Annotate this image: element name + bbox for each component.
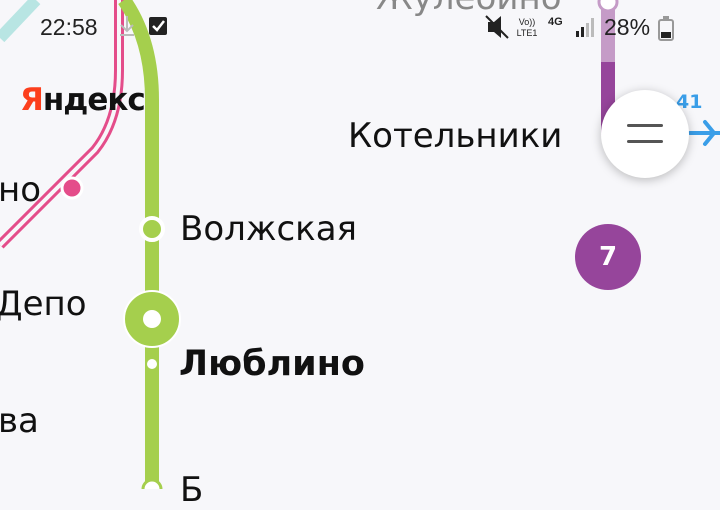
station-label-volzhskaya[interactable]: Волжская (180, 209, 357, 249)
station-label-left-partial-no[interactable]: но (0, 170, 41, 210)
status-bar: 22:58 Vo)) LTE1 4G 28% (0, 0, 720, 52)
logo-rest: ндекс (42, 82, 146, 118)
battery-percent: 28% (604, 14, 651, 40)
station-label-bottom-partial[interactable]: Б (180, 470, 203, 510)
lime-line (118, 0, 159, 489)
status-time: 22:58 (40, 14, 98, 40)
station-label-lyublino[interactable]: Люблино (179, 344, 365, 384)
airplane-icon[interactable] (688, 120, 720, 146)
menu-button[interactable] (601, 90, 689, 178)
station-dot-bottom[interactable] (141, 478, 163, 489)
station-dot-volzhskaya[interactable] (139, 216, 165, 242)
logo-first-letter: Я (20, 82, 44, 118)
station-label-left-partial-va[interactable]: ва (0, 401, 39, 441)
menu-icon-bar-top (627, 124, 663, 127)
menu-icon-bar-bottom (627, 140, 663, 143)
station-dot-pink[interactable] (60, 176, 84, 200)
yandex-logo: Яндекс (20, 82, 146, 118)
station-label-kotelniki[interactable]: Котельники (348, 116, 562, 156)
station-dot-lyublino-center (143, 310, 161, 328)
volte-icon: Vo)) LTE1 (516, 17, 538, 38)
station-label-depo[interactable]: Депо (0, 284, 87, 324)
station-dot-lyublino-small (147, 359, 157, 369)
line-7-badge[interactable]: 7 (575, 224, 641, 290)
station-label-top-partial[interactable]: Жулебино (376, 0, 562, 18)
